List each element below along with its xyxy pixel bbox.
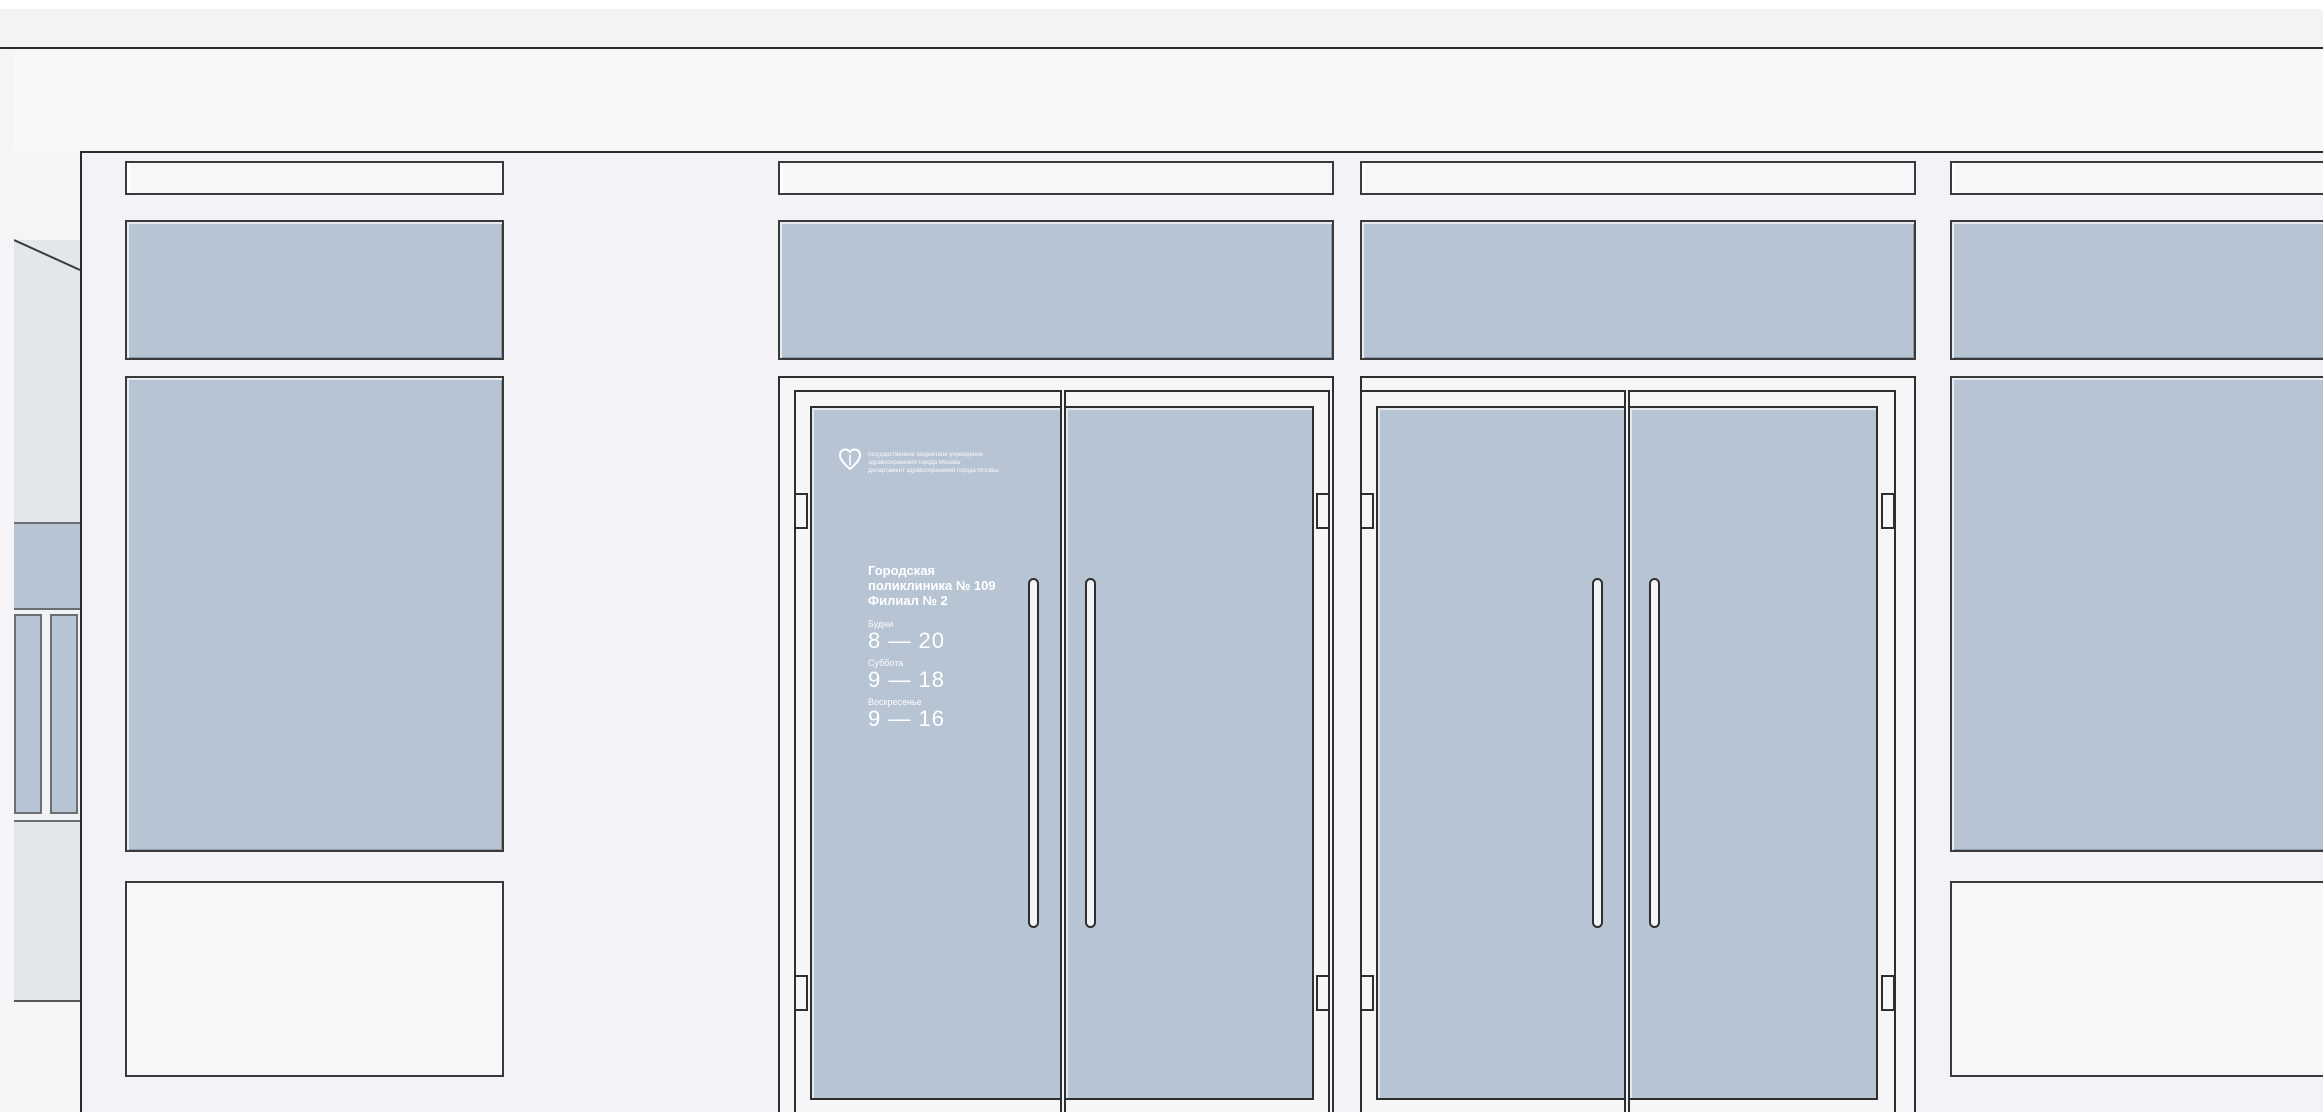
schedule-hours: 9 — 16: [868, 706, 945, 731]
adjacent-window-pane: [14, 614, 42, 814]
logo-line: здравоохранения города Москвы: [868, 460, 961, 466]
door-hinge: [1360, 975, 1374, 1011]
transom-panel: [125, 161, 504, 195]
door-handle[interactable]: [1592, 578, 1603, 928]
door-hinge: [794, 975, 808, 1011]
schedule-day-label: Воскресенье: [868, 697, 922, 707]
schedule-saturday: Суббота 9 — 18: [868, 658, 945, 692]
door-handle[interactable]: [1028, 578, 1039, 928]
spandrel-panel: [125, 881, 504, 1077]
heart-shield-icon: [838, 448, 862, 470]
transom-panel: [778, 161, 1334, 195]
door-hinge: [1881, 975, 1895, 1011]
clinic-name: Городская поликлиника № 109 Филиал № 2: [868, 563, 996, 608]
door-handle[interactable]: [1649, 578, 1660, 928]
door-hinge: [1316, 493, 1330, 529]
schedule-weekdays: Будни 8 — 20: [868, 619, 945, 653]
adjacent-roof-slope: [14, 239, 81, 271]
clinic-name-line: Городская: [868, 563, 936, 578]
roof-edge: [0, 0, 2323, 9]
door-leaf-left[interactable]: [1376, 406, 1626, 1100]
adjacent-window-pane: [50, 614, 78, 814]
clinic-name-line: поликлиника № 109: [868, 578, 996, 593]
main-glass-panel: [125, 376, 504, 852]
door-handle[interactable]: [1085, 578, 1096, 928]
door-hinge: [1881, 493, 1895, 529]
clinic-name-line: Филиал № 2: [868, 593, 948, 608]
main-glass-panel: [1950, 376, 2323, 852]
logo-text: государственное бюджетное учреждение здр…: [868, 451, 999, 475]
logo-line: государственное бюджетное учреждение: [868, 452, 983, 458]
door-leaf-left[interactable]: [810, 406, 1062, 1100]
door-hinge: [1316, 975, 1330, 1011]
adjacent-building-glass-band: [14, 522, 80, 610]
upper-glass-panel: [1950, 220, 2323, 360]
schedule-day-label: Будни: [868, 619, 894, 629]
door-leaf-right[interactable]: [1628, 406, 1878, 1100]
schedule-sunday: Воскресенье 9 — 16: [868, 697, 945, 731]
door-leaf-right[interactable]: [1064, 406, 1314, 1100]
upper-glass-panel: [125, 220, 504, 360]
upper-glass-panel: [1360, 220, 1916, 360]
schedule-hours: 9 — 18: [868, 667, 945, 692]
schedule-day-label: Суббота: [868, 658, 904, 668]
spandrel-panel: [1950, 881, 2323, 1077]
facade-elevation-drawing: государственное бюджетное учреждение здр…: [0, 0, 2323, 1112]
upper-glass-panel: [778, 220, 1334, 360]
door-hinge: [1360, 493, 1374, 529]
logo-line: Департамент здравоохранения города Москв…: [868, 468, 999, 474]
schedule-hours: 8 — 20: [868, 628, 945, 653]
upper-wall: [14, 51, 2323, 151]
door-hinge: [794, 493, 808, 529]
transom-panel: [1950, 161, 2323, 195]
transom-panel: [1360, 161, 1916, 195]
